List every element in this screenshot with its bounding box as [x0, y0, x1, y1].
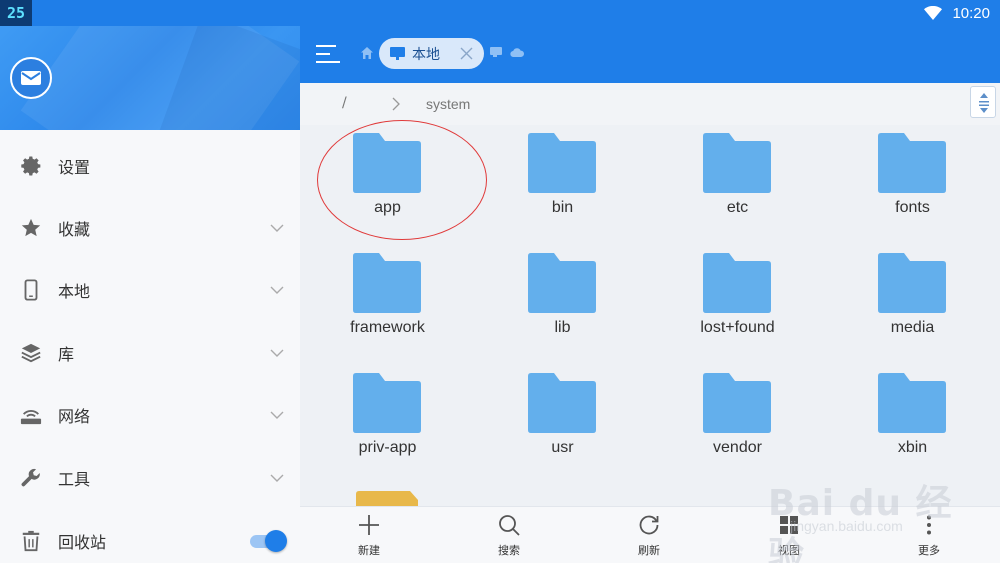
red-highlight-circle — [317, 120, 487, 240]
chevron-down-icon[interactable] — [270, 471, 284, 485]
sidebar-item-settings[interactable]: 设置 — [0, 138, 300, 194]
refresh-button[interactable]: 刷新 — [609, 507, 689, 563]
folder-item[interactable]: priv-app — [300, 365, 475, 475]
sidebar-item-label: 工具 — [58, 470, 91, 489]
sidebar-item-tools[interactable]: 工具 — [0, 450, 300, 506]
chevron-down-icon[interactable] — [270, 408, 284, 422]
tab-local[interactable]: 本地 — [379, 38, 484, 69]
notification-badge: 25 — [0, 0, 32, 26]
folder-name: media — [890, 319, 935, 336]
folder-item[interactable]: bin — [475, 125, 650, 235]
folder-name: framework — [350, 319, 425, 336]
folder-icon — [353, 373, 421, 433]
sidebar-item-label: 网络 — [58, 407, 91, 426]
mail-icon — [21, 71, 41, 85]
folder-icon — [878, 133, 946, 193]
chevron-right-icon — [392, 97, 400, 111]
book-icon — [390, 47, 405, 60]
windows-icon[interactable] — [490, 47, 502, 57]
sidebar-item-label: 回收站 — [58, 533, 107, 552]
folder-icon[interactable] — [356, 491, 420, 507]
new-button[interactable]: 新建 — [329, 507, 409, 563]
folder-icon — [878, 373, 946, 433]
star-icon — [21, 218, 41, 237]
close-icon[interactable] — [460, 47, 473, 60]
search-label: 搜索 — [498, 544, 520, 557]
sidebar-item-favorites[interactable]: 收藏 — [0, 200, 300, 256]
breadcrumb-current[interactable]: system — [426, 96, 470, 112]
folder-name: vendor — [713, 439, 762, 456]
sidebar-item-recycle-bin[interactable]: 回收站 — [0, 513, 300, 563]
sidebar-item-library[interactable]: 库 — [0, 325, 300, 381]
folder-name: lost+found — [700, 319, 775, 336]
menu-icon[interactable] — [314, 42, 342, 66]
breadcrumb-root[interactable]: / — [342, 95, 347, 111]
tab-label: 本地 — [412, 47, 440, 63]
folder-icon — [528, 133, 596, 193]
folder-item[interactable]: fonts — [825, 125, 1000, 235]
chevron-down-icon[interactable] — [270, 346, 284, 360]
folder-item[interactable]: vendor — [650, 365, 825, 475]
folder-name: bin — [551, 199, 574, 216]
folder-name: priv-app — [358, 439, 417, 456]
chevron-down-icon[interactable] — [270, 221, 284, 235]
network-icon — [20, 410, 42, 425]
folder-name: fonts — [895, 199, 930, 216]
plus-icon — [359, 515, 379, 535]
search-icon — [499, 515, 520, 536]
phone-icon — [24, 279, 38, 301]
sort-icon — [979, 93, 989, 113]
folder-item[interactable]: media — [825, 245, 1000, 355]
sidebar-item-network[interactable]: 网络 — [0, 387, 300, 443]
gear-icon — [21, 156, 41, 176]
folder-item[interactable]: lib — [475, 245, 650, 355]
chevron-down-icon[interactable] — [270, 283, 284, 297]
folder-icon — [703, 373, 771, 433]
folder-name: usr — [551, 439, 574, 456]
folder-icon — [353, 253, 421, 313]
trash-icon — [22, 530, 40, 552]
sidebar-item-local[interactable]: 本地 — [0, 262, 300, 318]
folder-item[interactable]: lost+found — [650, 245, 825, 355]
sort-button[interactable] — [970, 86, 996, 118]
folder-item[interactable]: usr — [475, 365, 650, 475]
folder-icon — [703, 253, 771, 313]
search-button[interactable]: 搜索 — [469, 507, 549, 563]
sidebar-item-label: 设置 — [58, 158, 91, 177]
folder-icon — [878, 253, 946, 313]
folder-name: lib — [554, 319, 571, 336]
refresh-label: 刷新 — [638, 544, 660, 557]
watermark-url: jingyan.baidu.com — [790, 518, 903, 534]
folder-icon — [703, 133, 771, 193]
layers-icon — [21, 343, 41, 363]
folder-name: etc — [726, 199, 749, 216]
wrench-icon — [21, 468, 40, 487]
recycle-bin-toggle[interactable] — [248, 530, 288, 552]
folder-icon — [528, 253, 596, 313]
sidebar-item-label: 收藏 — [58, 220, 91, 239]
folder-name: xbin — [897, 439, 928, 456]
folder-item[interactable]: xbin — [825, 365, 1000, 475]
navigation-drawer: 设置 收藏 本地 库 网络 工具 回收站 — [0, 0, 300, 563]
mail-button[interactable] — [10, 57, 52, 99]
top-toolbar: 本地 — [300, 26, 1000, 83]
drawer-header — [0, 26, 300, 130]
sidebar-item-label: 库 — [58, 345, 75, 364]
new-label: 新建 — [358, 544, 380, 557]
folder-item[interactable]: etc — [650, 125, 825, 235]
refresh-icon — [639, 515, 659, 535]
cloud-icon[interactable] — [510, 47, 524, 57]
sidebar-item-label: 本地 — [58, 282, 91, 301]
folder-icon — [528, 373, 596, 433]
breadcrumb: / system — [300, 83, 1000, 125]
folder-item[interactable]: framework — [300, 245, 475, 355]
baidu-watermark: Bai du 经验 jingyan.baidu.com — [768, 460, 988, 563]
home-icon[interactable] — [360, 46, 374, 60]
